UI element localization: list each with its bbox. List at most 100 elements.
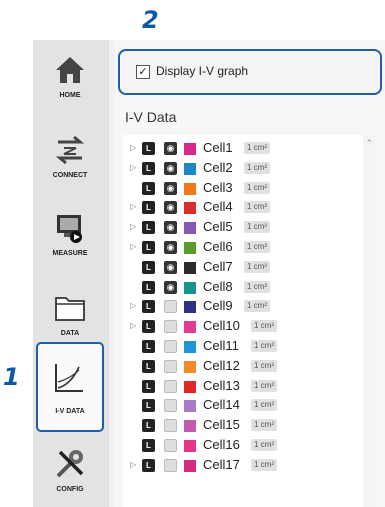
color-swatch[interactable] bbox=[184, 341, 196, 353]
cell-row[interactable]: ▷ L Cell10 1 cm² bbox=[123, 317, 363, 336]
lock-icon[interactable]: L bbox=[142, 439, 155, 452]
cell-row[interactable]: ▷ L ◉ Cell1 1 cm² bbox=[123, 139, 363, 158]
lock-icon[interactable]: L bbox=[142, 161, 155, 175]
color-swatch[interactable] bbox=[184, 242, 196, 254]
cell-name: Cell15 bbox=[203, 417, 240, 433]
cell-name: Cell7 bbox=[203, 258, 233, 274]
color-swatch[interactable] bbox=[184, 162, 196, 175]
cell-list[interactable]: ⌃ ▷ L ◉ Cell1 1 cm² ▷ L ◉ Cell2 1 cm² L ◉ Cell3 1 cm²… bbox=[123, 135, 375, 507]
visibility-eye-icon[interactable]: ◉ bbox=[164, 161, 177, 175]
cell-row[interactable]: L Cell16 1 cm² bbox=[123, 436, 363, 455]
lock-icon[interactable]: L bbox=[142, 458, 155, 472]
cell-row[interactable]: ▷ L ◉ Cell6 1 cm² bbox=[123, 238, 363, 257]
expand-arrow-icon[interactable]: ▷ bbox=[130, 321, 136, 330]
visibility-eye-icon[interactable] bbox=[164, 320, 177, 334]
visibility-eye-icon[interactable]: ◉ bbox=[164, 280, 177, 294]
main-panel: ✓ Display I-V graph I-V Data ⌃ ▷ L ◉ Cell1 1… bbox=[115, 40, 385, 507]
lock-icon[interactable]: L bbox=[142, 201, 155, 215]
expand-arrow-icon[interactable]: ▷ bbox=[130, 460, 136, 469]
expand-arrow-icon[interactable]: ▷ bbox=[130, 242, 136, 251]
cell-row[interactable]: L Cell11 1 cm² bbox=[123, 337, 363, 356]
nav-measure[interactable]: MEASURE bbox=[39, 206, 101, 270]
lock-icon[interactable]: L bbox=[142, 399, 155, 413]
cell-name: Cell6 bbox=[203, 239, 233, 254]
color-swatch[interactable] bbox=[184, 143, 196, 155]
cell-row[interactable]: L Cell14 1 cm² bbox=[123, 396, 363, 415]
visibility-eye-icon[interactable] bbox=[164, 439, 177, 452]
nav-connect[interactable]: CONNECT bbox=[39, 128, 101, 192]
visibility-eye-icon[interactable] bbox=[164, 458, 177, 472]
lock-icon[interactable]: L bbox=[142, 142, 155, 155]
cell-row[interactable]: L Cell12 1 cm² bbox=[123, 357, 363, 376]
nav-iv-data[interactable]: I-V DATA bbox=[36, 342, 104, 432]
cell-row[interactable]: L ◉ Cell3 1 cm² bbox=[123, 179, 363, 198]
cell-name: Cell4 bbox=[203, 199, 233, 215]
color-swatch[interactable] bbox=[184, 321, 196, 334]
color-swatch[interactable] bbox=[184, 202, 196, 215]
visibility-eye-icon[interactable] bbox=[164, 300, 177, 314]
expand-arrow-icon[interactable]: ▷ bbox=[130, 222, 136, 231]
lock-icon[interactable]: L bbox=[142, 300, 155, 314]
cell-row[interactable]: ▷ L ◉ Cell2 1 cm² bbox=[123, 159, 363, 178]
color-swatch[interactable] bbox=[184, 440, 196, 452]
cell-row[interactable]: L ◉ Cell7 1 cm² bbox=[123, 258, 363, 277]
color-swatch[interactable] bbox=[184, 281, 196, 294]
nav-home[interactable]: HOME bbox=[39, 48, 101, 112]
cell-row[interactable]: L ◉ Cell8 1 cm² bbox=[123, 278, 363, 297]
visibility-eye-icon[interactable]: ◉ bbox=[164, 142, 177, 155]
nav-measure-label: MEASURE bbox=[52, 250, 88, 257]
lock-icon[interactable]: L bbox=[142, 181, 155, 195]
color-swatch[interactable] bbox=[184, 182, 196, 195]
visibility-eye-icon[interactable] bbox=[164, 399, 177, 413]
display-iv-graph-checkbox[interactable]: ✓ bbox=[136, 65, 150, 79]
display-iv-graph-option[interactable]: ✓ Display I-V graph bbox=[118, 49, 382, 95]
nav-home-label: HOME bbox=[59, 92, 81, 99]
expand-arrow-icon[interactable]: ▷ bbox=[130, 143, 136, 152]
color-swatch[interactable] bbox=[184, 360, 196, 373]
lock-icon[interactable]: L bbox=[142, 320, 155, 334]
visibility-eye-icon[interactable] bbox=[164, 359, 177, 373]
cell-row[interactable]: ▷ L Cell9 1 cm² bbox=[123, 297, 363, 316]
lock-icon[interactable]: L bbox=[142, 379, 155, 393]
visibility-eye-icon[interactable]: ◉ bbox=[164, 181, 177, 195]
color-swatch[interactable] bbox=[184, 301, 196, 314]
color-swatch[interactable] bbox=[184, 261, 196, 274]
scrollbar[interactable]: ⌃ bbox=[363, 135, 375, 507]
cell-row[interactable]: L Cell15 1 cm² bbox=[123, 416, 363, 435]
nav-config[interactable]: CONFIG bbox=[39, 442, 101, 506]
expand-arrow-icon[interactable]: ▷ bbox=[130, 301, 136, 310]
lock-icon[interactable]: L bbox=[142, 260, 155, 274]
cell-area-badge: 1 cm² bbox=[251, 419, 277, 432]
lock-icon[interactable]: L bbox=[142, 419, 155, 433]
cell-area-badge: 1 cm² bbox=[244, 181, 270, 194]
color-swatch[interactable] bbox=[184, 420, 196, 433]
lock-icon[interactable]: L bbox=[142, 241, 155, 254]
cell-area-badge: 1 cm² bbox=[244, 300, 270, 313]
nav-data[interactable]: DATA bbox=[39, 286, 101, 350]
scroll-up-icon[interactable]: ⌃ bbox=[365, 138, 373, 149]
visibility-eye-icon[interactable]: ◉ bbox=[164, 221, 177, 235]
visibility-eye-icon[interactable] bbox=[164, 340, 177, 353]
lock-icon[interactable]: L bbox=[142, 280, 155, 294]
visibility-eye-icon[interactable]: ◉ bbox=[164, 241, 177, 254]
expand-arrow-icon[interactable]: ▷ bbox=[130, 202, 136, 211]
cell-name: Cell1 bbox=[203, 140, 233, 155]
cell-row[interactable]: L Cell13 1 cm² bbox=[123, 377, 363, 396]
color-swatch[interactable] bbox=[184, 222, 196, 235]
cell-row[interactable]: ▷ L Cell17 1 cm² bbox=[123, 456, 363, 475]
measure-icon bbox=[57, 215, 82, 243]
visibility-eye-icon[interactable]: ◉ bbox=[164, 201, 177, 215]
cell-row[interactable]: ▷ L ◉ Cell4 1 cm² bbox=[123, 198, 363, 217]
color-swatch[interactable] bbox=[184, 380, 196, 393]
lock-icon[interactable]: L bbox=[142, 359, 155, 373]
cell-row[interactable]: ▷ L ◉ Cell5 1 cm² bbox=[123, 218, 363, 237]
visibility-eye-icon[interactable] bbox=[164, 379, 177, 393]
visibility-eye-icon[interactable]: ◉ bbox=[164, 260, 177, 274]
color-swatch[interactable] bbox=[184, 400, 196, 413]
tools-icon bbox=[56, 450, 84, 478]
color-swatch[interactable] bbox=[184, 459, 196, 472]
expand-arrow-icon[interactable]: ▷ bbox=[130, 163, 136, 172]
lock-icon[interactable]: L bbox=[142, 221, 155, 235]
visibility-eye-icon[interactable] bbox=[164, 419, 177, 433]
lock-icon[interactable]: L bbox=[142, 340, 155, 353]
